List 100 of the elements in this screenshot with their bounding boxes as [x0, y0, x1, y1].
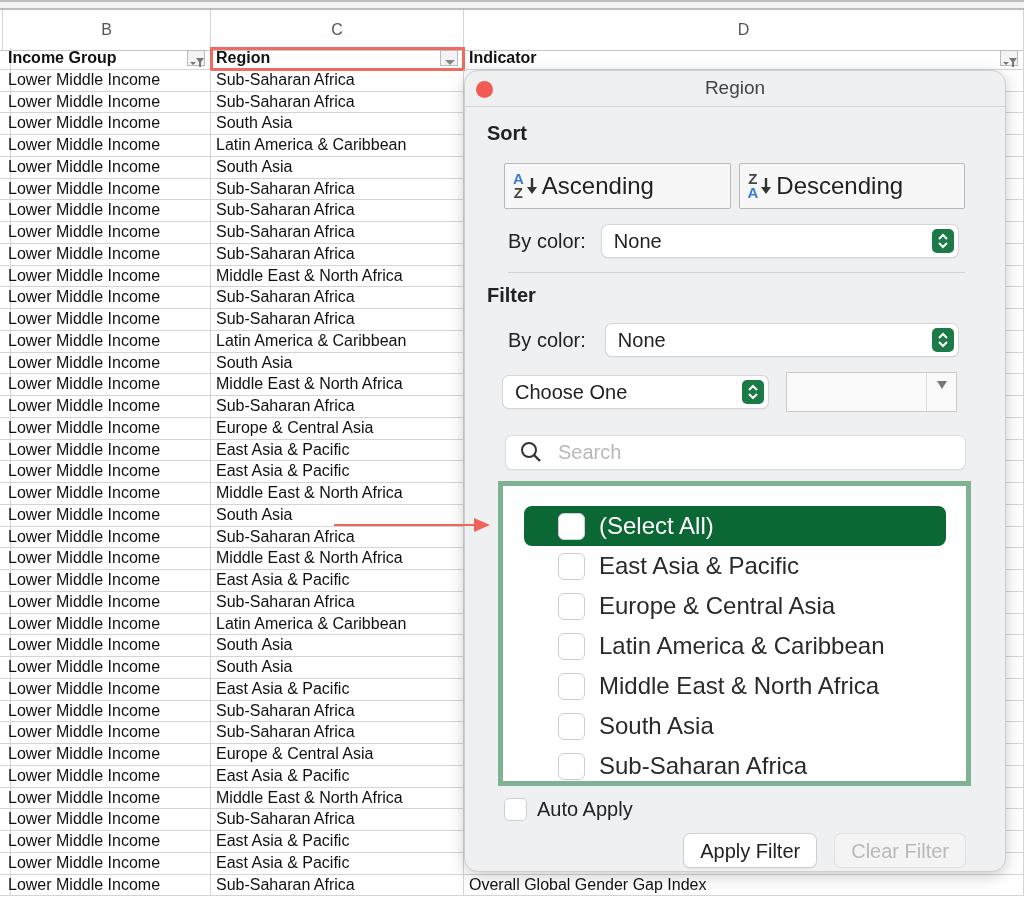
table-cell: Lower Middle Income	[3, 69, 211, 92]
field-label: By color:	[508, 229, 586, 254]
stepper-icon	[931, 328, 954, 352]
table-cell: Sub-Saharan Africa	[211, 526, 464, 549]
column-header[interactable]: D	[464, 10, 1024, 51]
filter-option[interactable]: Latin America & Caribbean	[524, 626, 946, 666]
table-cell: Sub-Saharan Africa	[211, 200, 464, 222]
filter-option[interactable]: (Select All)	[524, 506, 946, 546]
filter-color-select[interactable]: None	[605, 324, 958, 356]
empty-cell	[0, 852, 11, 875]
table-cell: Lower Middle Income	[3, 831, 211, 853]
popup-title: Region	[704, 76, 766, 101]
dropdown-icon[interactable]	[440, 50, 458, 67]
search-icon	[520, 441, 542, 463]
empty-cell	[0, 265, 11, 288]
table-cell: Lower Middle Income	[3, 222, 211, 244]
table-cell: East Asia & Pacific	[211, 570, 464, 592]
table-cell: Lower Middle Income	[3, 526, 211, 549]
table-cell: Latin America & Caribbean	[211, 330, 464, 353]
empty-cell	[0, 809, 11, 831]
table-cell: South Asia	[211, 113, 464, 135]
empty-cell	[0, 765, 11, 788]
table-cell: Lower Middle Income	[3, 287, 211, 309]
checkbox[interactable]	[558, 512, 585, 540]
checkbox[interactable]	[504, 797, 527, 821]
filter-option[interactable]: Sub-Saharan Africa	[524, 746, 946, 786]
stepper-icon	[931, 229, 954, 253]
table-cell: Lower Middle Income	[3, 439, 211, 462]
checkbox[interactable]	[558, 552, 585, 580]
condition-select[interactable]: Choose One	[503, 376, 768, 408]
empty-cell	[0, 178, 11, 201]
table-cell: Lower Middle Income	[3, 396, 211, 418]
checkbox[interactable]	[558, 632, 585, 660]
table-cell: Sub-Saharan Africa	[211, 287, 464, 309]
empty-cell	[0, 200, 11, 222]
table-cell: East Asia & Pacific	[211, 461, 464, 483]
table-cell: Lower Middle Income	[3, 265, 211, 288]
filter-option[interactable]: South Asia	[524, 706, 946, 746]
table-cell: Lower Middle Income	[3, 113, 211, 135]
table-cell: Europe & Central Asia	[211, 744, 464, 766]
empty-cell	[0, 287, 11, 309]
table-cell: Sub-Saharan Africa	[211, 178, 464, 201]
table-cell: Lower Middle Income	[3, 722, 211, 744]
table-cell: East Asia & Pacific	[211, 439, 464, 462]
table-cell: Lower Middle Income	[3, 744, 211, 766]
table-cell: Lower Middle Income	[3, 635, 211, 657]
table-cell: Lower Middle Income	[3, 156, 211, 179]
table-cell: Middle East & North Africa	[211, 787, 464, 810]
table-cell: Lower Middle Income	[3, 657, 211, 679]
empty-cell	[0, 461, 11, 483]
table-cell: South Asia	[211, 635, 464, 657]
table-cell: Lower Middle Income	[3, 678, 211, 701]
filter-applied-icon[interactable]	[1000, 50, 1018, 67]
empty-cell	[0, 91, 11, 114]
empty-cell	[0, 222, 11, 244]
stepper-icon	[742, 380, 764, 404]
section-heading: Sort	[487, 121, 528, 145]
table-cell: Lower Middle Income	[3, 330, 211, 353]
filter-option[interactable]: Europe & Central Asia	[524, 586, 946, 626]
checkbox[interactable]	[558, 672, 585, 700]
table-cell: Lower Middle Income	[3, 91, 211, 114]
sort-ascending-button[interactable]: A Z Ascending	[504, 163, 731, 209]
table-cell: Middle East & North Africa	[211, 483, 464, 505]
filter-option[interactable]: Middle East & North Africa	[524, 666, 946, 706]
sort-color-select[interactable]: None	[601, 225, 958, 257]
filter-applied-icon[interactable]	[187, 50, 205, 67]
table-cell: Sub-Saharan Africa	[211, 591, 464, 614]
checkbox[interactable]	[558, 752, 585, 780]
table-cell: East Asia & Pacific	[211, 852, 464, 875]
empty-cell	[0, 591, 11, 614]
empty-cell	[0, 744, 11, 766]
empty-cell	[0, 439, 11, 462]
empty-cell	[0, 417, 11, 440]
checkbox[interactable]	[558, 592, 585, 620]
search-field[interactable]: Search	[506, 436, 965, 469]
filter-option[interactable]: East Asia & Pacific	[524, 546, 946, 586]
empty-cell	[0, 831, 11, 853]
table-cell: Lower Middle Income	[3, 461, 211, 483]
close-button[interactable]	[476, 81, 493, 98]
table-cell: Lower Middle Income	[3, 591, 211, 614]
table-cell: South Asia	[211, 657, 464, 679]
table-cell: East Asia & Pacific	[211, 765, 464, 788]
empty-cell	[0, 613, 11, 636]
table-cell: Lower Middle Income	[3, 700, 211, 723]
table-cell: Sub-Saharan Africa	[211, 700, 464, 723]
value-combo-box[interactable]	[786, 372, 957, 412]
table-cell: Lower Middle Income	[3, 200, 211, 222]
table-cell: Lower Middle Income	[3, 548, 211, 570]
empty-cell	[0, 722, 11, 744]
sort-descending-button[interactable]: Z A Descending	[738, 163, 965, 209]
field-label: By color:	[508, 328, 586, 353]
checkbox-label: Auto Apply	[537, 797, 633, 822]
checkbox[interactable]	[558, 712, 585, 740]
empty-cell	[0, 330, 11, 353]
empty-cell	[0, 374, 11, 396]
table-cell: Lower Middle Income	[3, 483, 211, 505]
empty-cell	[0, 396, 11, 418]
column-title: Indicator	[469, 48, 537, 69]
empty-cell	[0, 700, 11, 723]
apply-button[interactable]: Apply Filter	[684, 834, 817, 867]
